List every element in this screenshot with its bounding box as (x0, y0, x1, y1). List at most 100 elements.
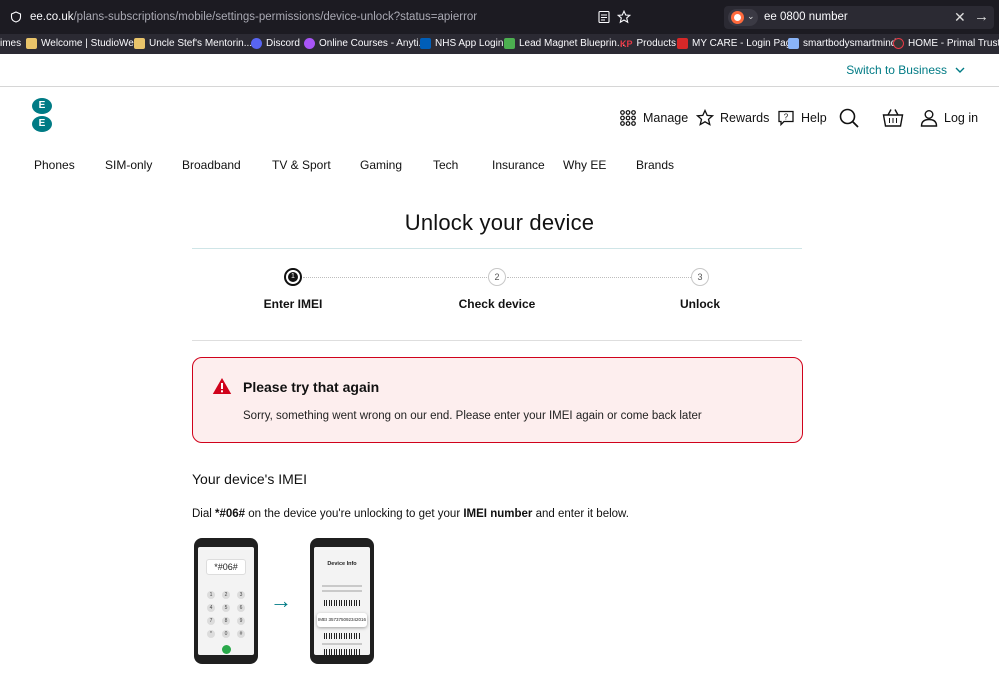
text-line (322, 643, 362, 645)
barcode-icon (324, 649, 360, 655)
bookmark-favicon-icon (26, 38, 37, 49)
login-link[interactable]: Log in (920, 108, 978, 128)
keypad-key: 5 (222, 604, 230, 612)
nav-item-sim-only[interactable]: SIM-only (105, 158, 152, 172)
bookmark-label: smartbodysmartmind (803, 38, 897, 49)
nav-item-why-ee[interactable]: Why EE (563, 158, 606, 172)
search-engine-selector[interactable]: ⌄ (728, 9, 758, 26)
bookmark-item[interactable]: HOME - Primal Trust™... (893, 38, 999, 49)
chevron-down-icon: ⌄ (747, 11, 755, 21)
grid-icon (788, 38, 799, 49)
bookmark-item[interactable]: Discord (251, 38, 300, 49)
nav-item-brands[interactable]: Brands (636, 158, 674, 172)
star-icon (696, 109, 714, 126)
bookmark-item[interactable]: smartbodysmartmind (788, 38, 896, 49)
bookmark-favicon-icon (304, 38, 315, 49)
bookmark-label: Uncle Stef's Mentorin... (149, 38, 253, 49)
divider (192, 340, 802, 341)
keypad-key: 2 (222, 591, 230, 599)
keypad-key: 0 (222, 630, 230, 638)
bookmark-item[interactable]: MY CARE - Login Page (677, 38, 797, 49)
reader-view-icon[interactable] (597, 10, 611, 24)
keypad-key: 6 (237, 604, 245, 612)
nav-item-phones[interactable]: Phones (34, 158, 75, 172)
help-label: Help (801, 111, 827, 125)
nav-item-insurance[interactable]: Insurance (492, 158, 545, 172)
discord-icon (251, 38, 262, 49)
search-input[interactable]: ee 0800 number (764, 11, 848, 23)
switch-to-business-link[interactable]: Switch to Business (846, 63, 965, 77)
svg-text:?: ? (784, 113, 789, 122)
bookmark-item[interactable]: imes (0, 38, 21, 49)
nav-item-tv-sport[interactable]: TV & Sport (272, 158, 331, 172)
text-line (322, 590, 362, 592)
business-bar: Switch to Business (0, 54, 999, 87)
alert-title: Please try that again (243, 379, 380, 395)
ee-logo[interactable]: E E (32, 98, 54, 132)
search-bar[interactable]: ⌄ ee 0800 number ✕ → (724, 6, 994, 29)
bookmark-item[interactable]: KP Products (620, 38, 676, 49)
step-connector (303, 277, 489, 278)
step-label: Enter IMEI (263, 297, 323, 311)
keypad-key: * (207, 630, 215, 638)
kp-icon: KP (620, 38, 633, 49)
alert-message: Sorry, something went wrong on our end. … (243, 410, 702, 422)
device-info-phone-illustration: Device Info IMEI 357375092342016 (310, 538, 374, 664)
page-title: Unlock your device (404, 210, 595, 235)
step-3-indicator: 3 (691, 268, 709, 286)
bookmark-label: Lead Magnet Blueprin... (519, 38, 626, 49)
bookmark-label: Discord (266, 38, 300, 49)
keypad-key: 3 (237, 591, 245, 599)
nav-item-broadband[interactable]: Broadband (182, 158, 241, 172)
basket-icon (882, 109, 904, 127)
keypad-key: 1 (207, 591, 215, 599)
basket-button[interactable] (882, 108, 904, 128)
bookmark-favicon-icon (677, 38, 688, 49)
keypad-key: 4 (207, 604, 215, 612)
arrow-right-icon: → (270, 588, 292, 613)
search-button[interactable] (838, 108, 860, 128)
url-field[interactable]: ee.co.uk/plans-subscriptions/mobile/sett… (30, 11, 477, 23)
nav-item-gaming[interactable]: Gaming (360, 158, 402, 172)
user-icon (920, 110, 938, 127)
rewards-link[interactable]: Rewards (696, 108, 769, 128)
dial-suffix: and enter it below. (532, 508, 629, 520)
nhs-icon (420, 38, 431, 49)
step-label: Check device (458, 297, 536, 311)
call-icon (222, 645, 231, 654)
nav-item-tech[interactable]: Tech (433, 158, 458, 172)
bookmark-item[interactable]: Online Courses - Anyti... (304, 38, 427, 49)
login-label: Log in (944, 111, 979, 125)
bookmark-item[interactable]: Lead Magnet Blueprin... (504, 38, 625, 49)
shield-icon (10, 11, 22, 23)
imei-popup: IMEI 357375092342016 (317, 613, 367, 627)
phone-screen: Device Info IMEI 357375092342016 (314, 547, 370, 655)
duckduckgo-icon (731, 11, 744, 24)
arrow-right-icon[interactable]: → (974, 8, 989, 25)
step-label: Unlock (679, 297, 720, 311)
logo-letter: E (32, 116, 52, 132)
help-link[interactable]: ? Help (777, 108, 827, 128)
dial-middle: on the device you're unlocking to get yo… (245, 508, 464, 520)
bookmark-label: Products (636, 38, 676, 49)
text-line (322, 585, 362, 587)
phone-screen: *#06# 1 2 3 4 5 6 7 8 9 * 0 # (198, 547, 254, 655)
keypad-key: 9 (237, 617, 245, 625)
browser-urlbar: ee.co.uk/plans-subscriptions/mobile/sett… (0, 0, 999, 34)
dialer-phone-illustration: *#06# 1 2 3 4 5 6 7 8 9 * 0 # (194, 538, 258, 664)
close-icon[interactable]: ✕ (954, 9, 966, 26)
step-1-indicator: 1 (284, 268, 302, 286)
bookmark-item[interactable]: NHS App Login (420, 38, 503, 49)
bookmark-item[interactable]: Uncle Stef's Mentorin... (134, 38, 252, 49)
bookmark-label: MY CARE - Login Page (692, 38, 797, 49)
search-icon (839, 108, 859, 128)
barcode-icon (324, 600, 360, 606)
bookmark-item[interactable]: Welcome | StudioWeb (26, 38, 139, 49)
progress-stepper: 1 2 3 Enter IMEI Check device Unlock (192, 264, 802, 324)
manage-link[interactable]: Manage (619, 108, 688, 128)
url-host: ee.co.uk (30, 11, 74, 23)
bookmark-star-icon[interactable] (617, 10, 631, 24)
chevron-down-icon (955, 67, 965, 73)
keypad-key: # (237, 630, 245, 638)
rewards-label: Rewards (720, 111, 770, 125)
